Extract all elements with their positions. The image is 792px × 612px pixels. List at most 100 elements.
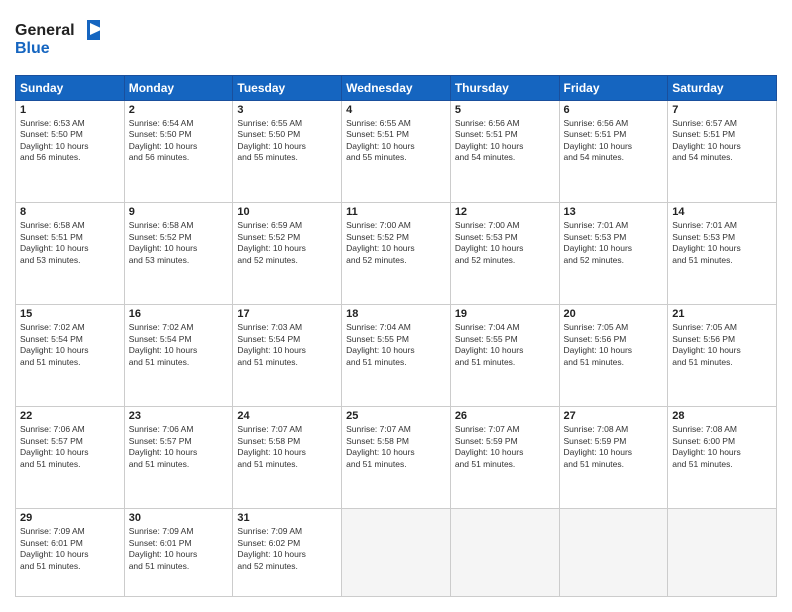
day-info: Sunrise: 7:09 AMSunset: 6:01 PMDaylight:… [20,526,120,572]
calendar-cell: 19 Sunrise: 7:04 AMSunset: 5:55 PMDayligh… [450,305,559,407]
header: General Blue [15,15,777,65]
calendar-cell: 21 Sunrise: 7:05 AMSunset: 5:56 PMDayligh… [668,305,777,407]
day-number: 10 [237,206,337,218]
calendar-cell: 15Sunrise: 7:02 AMSunset: 5:54 PMDayligh… [16,305,125,407]
day-number: 31 [237,512,337,524]
day-info: Sunrise: 7:04 AMSunset: 5:55 PMDaylight:… [455,322,555,368]
day-info: Sunrise: 7:02 AMSunset: 5:54 PMDaylight:… [129,322,229,368]
day-info: Sunrise: 7:09 AMSunset: 6:02 PMDaylight:… [237,526,337,572]
day-info: Sunrise: 7:06 AMSunset: 5:57 PMDaylight:… [20,424,120,470]
day-info: Sunrise: 7:05 AMSunset: 5:56 PMDaylight:… [672,322,772,368]
day-number: 25 [346,410,446,422]
day-number: 30 [129,512,229,524]
day-number: 21 [672,308,772,320]
day-info: Sunrise: 7:01 AMSunset: 5:53 PMDaylight:… [564,220,664,266]
day-number: 13 [564,206,664,218]
calendar-cell: 27 Sunrise: 7:08 AMSunset: 5:59 PMDayligh… [559,407,668,509]
calendar-cell: 9Sunrise: 6:58 AMSunset: 5:52 PMDaylight… [124,203,233,305]
day-number: 29 [20,512,120,524]
weekday-header-thursday: Thursday [450,76,559,101]
svg-text:General: General [15,22,75,39]
day-number: 19 [455,308,555,320]
day-number: 2 [129,104,229,116]
calendar-cell [668,509,777,597]
day-number: 15 [20,308,120,320]
day-number: 22 [20,410,120,422]
weekday-header-sunday: Sunday [16,76,125,101]
calendar-cell: 29 Sunrise: 7:09 AMSunset: 6:01 PMDayligh… [16,509,125,597]
week-row-5: 29 Sunrise: 7:09 AMSunset: 6:01 PMDayligh… [16,509,777,597]
calendar-cell: 22 Sunrise: 7:06 AMSunset: 5:57 PMDayligh… [16,407,125,509]
calendar-cell: 23 Sunrise: 7:06 AMSunset: 5:57 PMDayligh… [124,407,233,509]
calendar-cell: 20 Sunrise: 7:05 AMSunset: 5:56 PMDayligh… [559,305,668,407]
day-info: Sunrise: 6:56 AMSunset: 5:51 PMDaylight:… [564,118,664,164]
week-row-3: 15 Sunrise: 7:02 AMSunset: 5:54 PMDayligh… [16,305,777,407]
calendar-cell: 18 Sunrise: 7:04 AMSunset: 5:55 PMDayligh… [342,305,451,407]
day-info: Sunrise: 7:07 AMSunset: 5:59 PMDaylight:… [455,424,555,470]
weekday-header-monday: Monday [124,76,233,101]
day-info: Sunrise: 6:55 AMSunset: 5:50 PMDaylight:… [237,118,337,164]
weekday-header-tuesday: Tuesday [233,76,342,101]
day-info: Sunrise: 7:07 AMSunset: 5:58 PMDaylight:… [237,424,337,470]
day-number: 23 [129,410,229,422]
day-info: Sunrise: 7:08 AMSunset: 5:59 PMDaylight:… [564,424,664,470]
calendar-cell: 2 Sunrise: 6:54 AMSunset: 5:50 PMDaylight… [124,101,233,203]
day-info: Sunrise: 7:05 AMSunset: 5:56 PMDaylight:… [564,322,664,368]
week-row-4: 22 Sunrise: 7:06 AMSunset: 5:57 PMDayligh… [16,407,777,509]
calendar-cell: 24 Sunrise: 7:07 AMSunset: 5:58 PMDayligh… [233,407,342,509]
calendar-cell: 7Sunrise: 6:57 AMSunset: 5:51 PMDaylight… [668,101,777,203]
day-number: 14 [672,206,772,218]
day-number: 4 [346,104,446,116]
day-number: 27 [564,410,664,422]
logo-text: General Blue [15,15,105,65]
calendar-cell: 5 Sunrise: 6:56 AMSunset: 5:51 PMDaylight… [450,101,559,203]
calendar-cell [342,509,451,597]
day-info: Sunrise: 6:54 AMSunset: 5:50 PMDaylight:… [129,118,229,164]
calendar-cell: 30Sunrise: 7:09 AMSunset: 6:01 PMDayligh… [124,509,233,597]
calendar-cell: 11Sunrise: 7:00 AMSunset: 5:52 PMDayligh… [342,203,451,305]
calendar-cell: 6Sunrise: 6:56 AMSunset: 5:51 PMDaylight… [559,101,668,203]
weekday-header-friday: Friday [559,76,668,101]
calendar-cell: 3 Sunrise: 6:55 AMSunset: 5:50 PMDaylight… [233,101,342,203]
day-info: Sunrise: 7:04 AMSunset: 5:55 PMDaylight:… [346,322,446,368]
calendar-cell: 17 Sunrise: 7:03 AMSunset: 5:54 PMDayligh… [233,305,342,407]
day-info: Sunrise: 6:56 AMSunset: 5:51 PMDaylight:… [455,118,555,164]
day-number: 9 [129,206,229,218]
day-number: 5 [455,104,555,116]
day-info: Sunrise: 7:07 AMSunset: 5:58 PMDaylight:… [346,424,446,470]
calendar-cell [559,509,668,597]
day-info: Sunrise: 7:00 AMSunset: 5:53 PMDaylight:… [455,220,555,266]
day-number: 11 [346,206,446,218]
calendar-cell: 16 Sunrise: 7:02 AMSunset: 5:54 PMDayligh… [124,305,233,407]
day-number: 8 [20,206,120,218]
day-number: 3 [237,104,337,116]
calendar-cell: 10 Sunrise: 6:59 AMSunset: 5:52 PMDayligh… [233,203,342,305]
calendar-cell: 28Sunrise: 7:08 AMSunset: 6:00 PMDayligh… [668,407,777,509]
svg-text:Blue: Blue [15,40,50,57]
day-info: Sunrise: 6:55 AMSunset: 5:51 PMDaylight:… [346,118,446,164]
week-row-2: 8 Sunrise: 6:58 AMSunset: 5:51 PMDaylight… [16,203,777,305]
day-number: 20 [564,308,664,320]
calendar-table: SundayMondayTuesdayWednesdayThursdayFrid… [15,75,777,597]
day-number: 16 [129,308,229,320]
calendar-cell: 13 Sunrise: 7:01 AMSunset: 5:53 PMDayligh… [559,203,668,305]
week-row-1: 1Sunrise: 6:53 AMSunset: 5:50 PMDaylight… [16,101,777,203]
calendar-cell: 1Sunrise: 6:53 AMSunset: 5:50 PMDaylight… [16,101,125,203]
calendar-cell: 14Sunrise: 7:01 AMSunset: 5:53 PMDayligh… [668,203,777,305]
day-number: 28 [672,410,772,422]
weekday-header-wednesday: Wednesday [342,76,451,101]
calendar-cell: 25 Sunrise: 7:07 AMSunset: 5:58 PMDayligh… [342,407,451,509]
day-number: 1 [20,104,120,116]
day-info: Sunrise: 6:59 AMSunset: 5:52 PMDaylight:… [237,220,337,266]
day-number: 24 [237,410,337,422]
calendar-cell [450,509,559,597]
day-info: Sunrise: 7:06 AMSunset: 5:57 PMDaylight:… [129,424,229,470]
calendar-cell: 31 Sunrise: 7:09 AMSunset: 6:02 PMDayligh… [233,509,342,597]
day-number: 17 [237,308,337,320]
weekday-header-row: SundayMondayTuesdayWednesdayThursdayFrid… [16,76,777,101]
page: General Blue SundayMondayTuesdayWednesda… [0,0,792,612]
calendar-cell: 12Sunrise: 7:00 AMSunset: 5:53 PMDayligh… [450,203,559,305]
day-info: Sunrise: 6:58 AMSunset: 5:51 PMDaylight:… [20,220,120,266]
day-number: 18 [346,308,446,320]
day-info: Sunrise: 7:03 AMSunset: 5:54 PMDaylight:… [237,322,337,368]
